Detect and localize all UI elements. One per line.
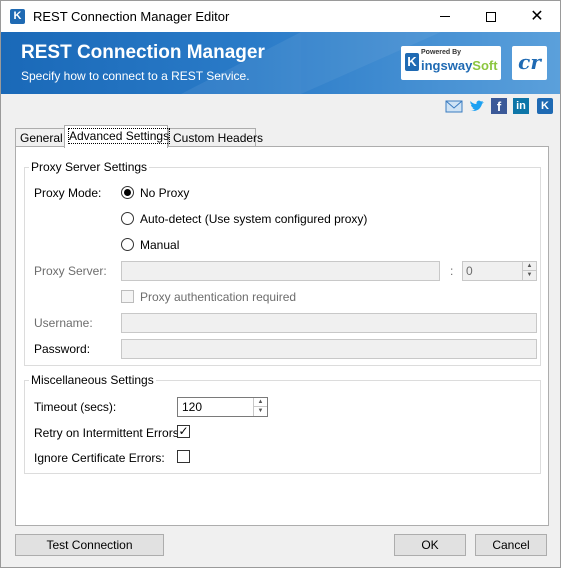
retry-checkbox[interactable]: ✓ [177, 425, 190, 438]
kingsway-app-icon: K [10, 9, 25, 24]
minimize-icon [440, 16, 450, 18]
twitter-icon[interactable] [468, 98, 486, 116]
auto-detect-radio[interactable] [121, 212, 134, 225]
maximize-button[interactable] [468, 1, 514, 32]
proxy-settings-legend: Proxy Server Settings [29, 160, 150, 174]
proxy-server-label: Proxy Server: [34, 264, 107, 278]
cancel-button[interactable]: Cancel [475, 534, 547, 556]
proxy-auth-label: Proxy authentication required [140, 290, 297, 304]
retry-label: Retry on Intermittent Errors: [34, 426, 183, 440]
tab-advanced-settings-label: Advanced Settings [67, 128, 171, 144]
kingswaysoft-k-icon: K [405, 53, 419, 71]
proxy-port-spinner[interactable]: ▲ ▼ [522, 262, 536, 280]
misc-settings-group: Miscellaneous Settings Timeout (secs): 1… [24, 373, 541, 474]
kingswaysoft-link-icon[interactable]: K [537, 98, 553, 114]
banner-subtitle: Specify how to connect to a REST Service… [21, 69, 250, 83]
banner-title: REST Connection Manager [21, 42, 265, 63]
proxy-mode-label: Proxy Mode: [34, 186, 102, 200]
window-title: REST Connection Manager Editor [33, 9, 230, 24]
email-icon[interactable] [445, 98, 463, 116]
timeout-label: Timeout (secs): [34, 400, 117, 414]
port-separator: : [450, 264, 454, 278]
linkedin-icon[interactable]: in [513, 98, 529, 114]
no-proxy-label[interactable]: No Proxy [140, 186, 189, 200]
password-input[interactable] [121, 339, 537, 359]
title-bar[interactable]: K REST Connection Manager Editor ✕ [1, 1, 560, 32]
tab-custom-headers[interactable]: Custom Headers [168, 128, 263, 147]
username-input[interactable] [121, 313, 537, 333]
password-label: Password: [34, 342, 91, 356]
minimize-button[interactable] [422, 1, 468, 32]
proxy-port-value: 0 [466, 264, 473, 278]
proxy-server-input[interactable] [121, 261, 440, 281]
header-banner: REST Connection Manager Specify how to c… [1, 32, 560, 94]
proxy-auth-checkbox[interactable] [121, 290, 134, 303]
facebook-icon[interactable]: f [491, 98, 507, 114]
misc-settings-legend: Miscellaneous Settings [29, 373, 156, 387]
no-proxy-radio[interactable] [121, 186, 134, 199]
close-button[interactable]: ✕ [514, 1, 560, 32]
kingswaysoft-logo: Powered By K ingswaySoft [401, 46, 501, 80]
auto-detect-label[interactable]: Auto-detect (Use system configured proxy… [140, 212, 367, 226]
timeout-value: 120 [182, 400, 203, 414]
powered-by-text: Powered By [421, 49, 462, 56]
brand-soft: Soft [472, 58, 498, 73]
manual-label[interactable]: Manual [140, 238, 179, 252]
kingswaysoft-wordmark: ingswaySoft [421, 58, 498, 73]
dialog-window: K REST Connection Manager Editor ✕ REST … [0, 0, 561, 568]
tab-advanced-settings[interactable]: Advanced Settings [64, 125, 171, 148]
spin-up-icon[interactable]: ▲ [523, 262, 536, 271]
brand-main: ingsway [421, 58, 473, 73]
ok-button[interactable]: OK [394, 534, 466, 556]
ignore-cert-label: Ignore Certificate Errors: [34, 451, 165, 465]
close-icon: ✕ [530, 8, 544, 25]
checkmark-icon: ✓ [178, 424, 189, 438]
spin-down-icon[interactable]: ▼ [523, 271, 536, 280]
advanced-settings-panel: Proxy Server Settings Proxy Mode: No Pro… [15, 146, 549, 526]
ignore-cert-checkbox[interactable] [177, 450, 190, 463]
maximize-icon [486, 11, 496, 22]
username-label: Username: [34, 316, 93, 330]
spin-down-icon[interactable]: ▼ [254, 407, 267, 416]
timeout-spinner[interactable]: ▲ ▼ [253, 398, 267, 416]
cr-logo: cr [512, 46, 547, 80]
proxy-settings-group: Proxy Server Settings Proxy Mode: No Pro… [24, 160, 541, 366]
tab-general[interactable]: General [15, 128, 65, 147]
manual-radio[interactable] [121, 238, 134, 251]
spin-up-icon[interactable]: ▲ [254, 398, 267, 407]
test-connection-button[interactable]: Test Connection [15, 534, 164, 556]
